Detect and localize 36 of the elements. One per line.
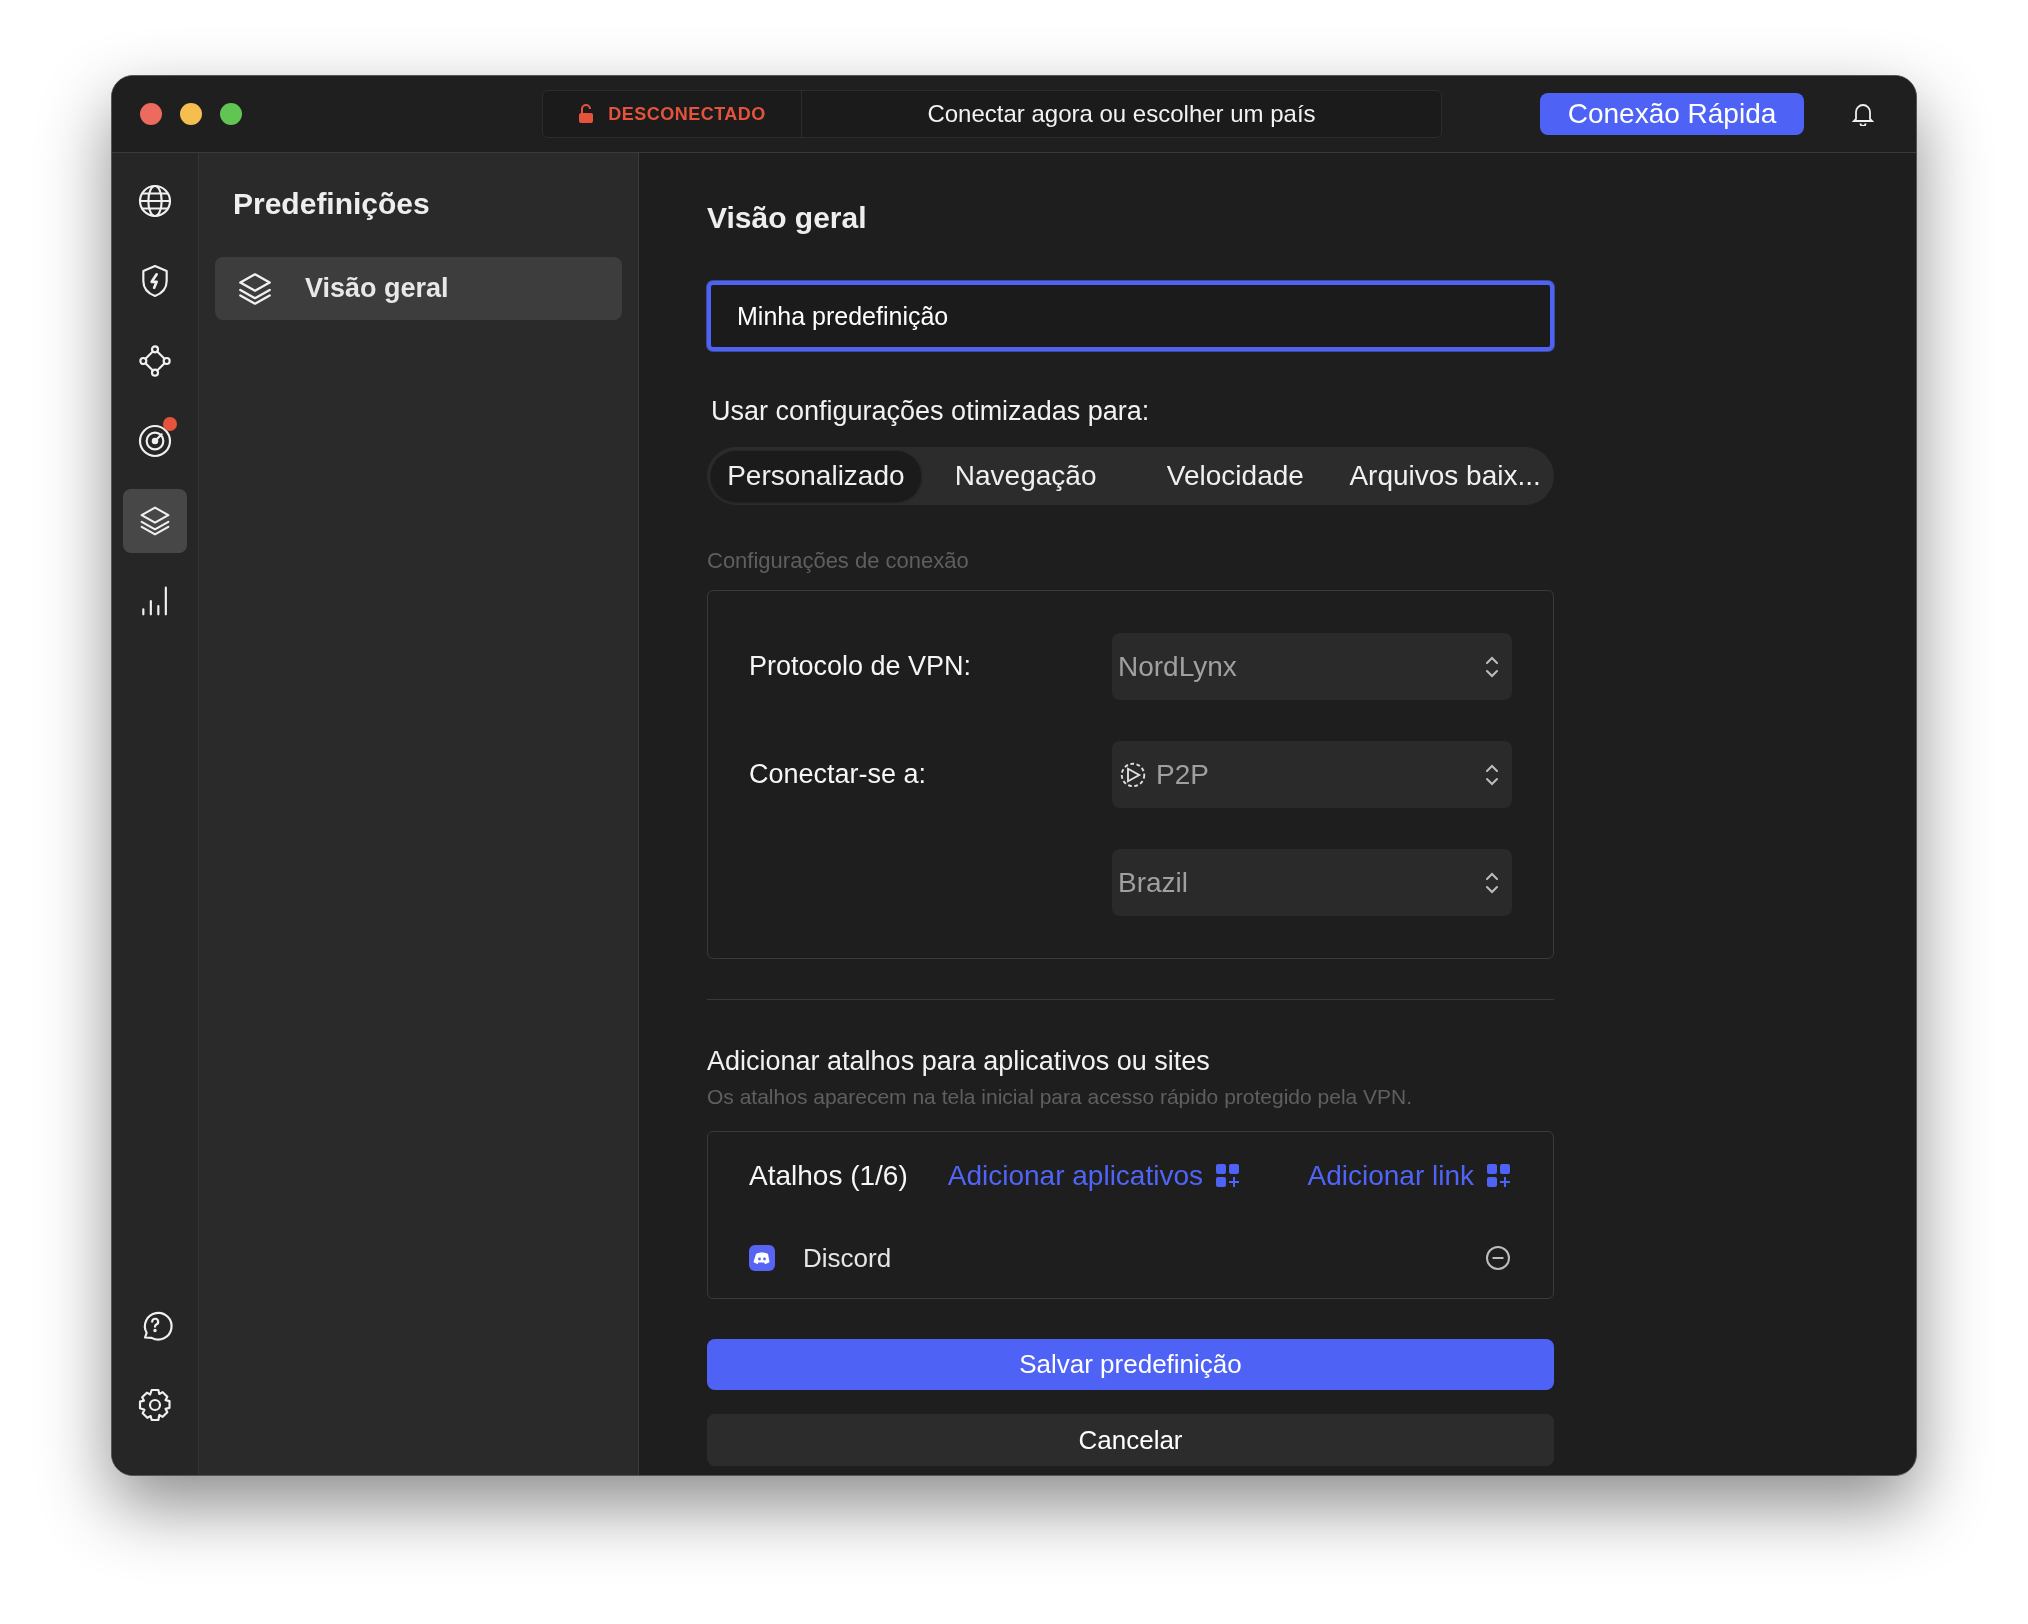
bell-icon[interactable] (1852, 102, 1874, 126)
close-window-button[interactable] (140, 103, 162, 125)
segment-tab[interactable]: Velocidade (1130, 451, 1341, 501)
dropdown-select[interactable]: P2P (1112, 741, 1512, 808)
setting-label: Protocolo de VPN: (749, 651, 972, 682)
setting-label: Conectar-se a: (749, 759, 927, 790)
segment-tab[interactable]: Navegação (920, 451, 1131, 501)
zoom-window-button[interactable] (220, 103, 242, 125)
grid-plus-icon (1215, 1163, 1241, 1189)
remove-icon[interactable] (1484, 1244, 1512, 1272)
cancel-button[interactable]: Cancelar (707, 1414, 1554, 1466)
connection-status: DESCONECTADO (608, 103, 766, 125)
shortcuts-count: Atalhos (1/6) (749, 1160, 908, 1192)
connect-prompt[interactable]: Conectar agora ou escolher um país (802, 100, 1441, 128)
segment-tab[interactable]: Arquivos baix... (1340, 451, 1550, 501)
grid-plus-icon (1486, 1163, 1512, 1189)
panel-title: Predefinições (233, 187, 431, 221)
minimize-window-button[interactable] (180, 103, 202, 125)
section-title: Configurações de conexão (707, 548, 970, 574)
quick-connect-button[interactable]: Conexão Rápida (1540, 93, 1804, 135)
section-description: Os atalhos aparecem na tela inicial para acesso rápido protegido pela VPN. (707, 1085, 1414, 1109)
shortcut-name: Discord (803, 1242, 892, 1274)
add-link[interactable]: Adicionar link (1307, 1160, 1512, 1192)
page-heading: Visão geral (707, 201, 868, 235)
unlocked-padlock-icon (578, 104, 595, 124)
segment-tab[interactable]: Personalizado (711, 451, 921, 501)
preset-name-field[interactable]: Minha predefinição (707, 281, 1554, 351)
dropdown-select[interactable]: Brazil (1112, 849, 1512, 916)
chat-app-icon (749, 1245, 775, 1271)
save-button[interactable]: Salvar predefinição (707, 1339, 1554, 1390)
section-title: Adicionar atalhos para aplicativos ou sites (707, 1046, 1211, 1077)
dropdown-select[interactable]: NordLynx (1112, 633, 1512, 700)
sidebar-nav-button[interactable] (123, 489, 187, 553)
add-link[interactable]: Adicionar aplicativos (947, 1160, 1241, 1192)
preset-item[interactable]: Visão geral (215, 257, 622, 320)
optimize-label: Usar configurações otimizadas para: (711, 396, 1151, 427)
